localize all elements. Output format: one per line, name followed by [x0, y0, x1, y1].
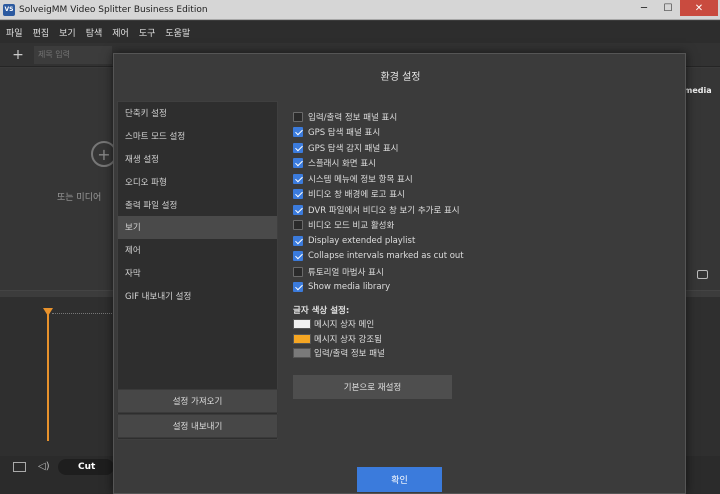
title-bar: VS SolveigMM Video Splitter Business Edi… [0, 0, 720, 20]
option-tutorial-wizard[interactable]: 튜토리얼 마법사 표시 [293, 264, 673, 280]
color-label: 메시지 상자 메인 [314, 320, 375, 331]
volume-icon[interactable]: ◁) [38, 461, 50, 472]
export-settings-button[interactable]: 설정 내보내기 [117, 414, 278, 438]
menu-help[interactable]: 도움말 [165, 26, 190, 39]
option-video-compare[interactable]: 비디오 모드 비교 활성화 [293, 218, 673, 234]
option-extended-playlist[interactable]: Display extended playlist [293, 233, 673, 249]
option-media-library[interactable]: Show media library [293, 280, 673, 296]
option-label: Show media library [308, 282, 391, 293]
color-row-io-panel[interactable]: 입력/출력 정보 패널 [293, 346, 385, 361]
checkbox[interactable] [293, 111, 303, 122]
option-collapse-intervals[interactable]: Collapse intervals marked as cut out [293, 249, 673, 265]
option-label: GPS 탐색 감지 패널 표시 [308, 143, 399, 154]
snapshot-icon[interactable] [697, 270, 708, 279]
checkbox[interactable] [293, 173, 303, 184]
menu-navigate[interactable]: 탐색 [86, 26, 103, 39]
option-label: Display extended playlist [308, 235, 416, 246]
option-gps-detect-panel[interactable]: GPS 탐색 감지 패널 표시 [293, 140, 673, 156]
color-swatch[interactable] [293, 348, 311, 359]
add-tab-button[interactable]: + [7, 44, 29, 66]
menu-file[interactable]: 파일 [6, 26, 23, 39]
color-label: 메시지 상자 강조됨 [314, 334, 382, 345]
option-label: 입력/출력 정보 패널 표시 [308, 112, 398, 123]
dialog-title: 환경 설정 [380, 72, 421, 83]
preferences-dialog: 환경 설정 단축키 설정 스마트 모드 설정 재생 설정 오디오 파형 출력 파… [113, 53, 686, 494]
checkbox[interactable] [293, 235, 303, 246]
option-video-logo[interactable]: 비디오 창 배경에 로고 표시 [293, 187, 673, 203]
nav-item-subtitles[interactable]: 자막 [118, 262, 277, 285]
window-controls: ─ ☐ ✕ [632, 0, 718, 16]
maximize-button[interactable]: ☐ [656, 0, 680, 16]
option-dvr-extra-view[interactable]: DVR 파일에서 비디오 창 보기 추가로 표시 [293, 202, 673, 218]
option-label: Collapse intervals marked as cut out [308, 251, 464, 262]
playhead-line[interactable] [47, 311, 49, 441]
option-label: 시스템 메뉴에 정보 항목 표시 [308, 174, 413, 185]
close-button[interactable]: ✕ [680, 0, 718, 16]
title-input[interactable] [34, 45, 112, 64]
nav-item-view[interactable]: 보기 [118, 215, 277, 239]
nav-item-output-file[interactable]: 출력 파일 설정 [118, 193, 277, 216]
checkbox[interactable] [293, 220, 303, 231]
nav-item-shortcuts[interactable]: 단축키 설정 [118, 102, 277, 125]
film-icon[interactable] [13, 462, 26, 472]
menu-tools[interactable]: 도구 [139, 26, 156, 39]
ok-button[interactable]: 확인 [357, 467, 442, 492]
checkbox[interactable] [293, 142, 303, 153]
nav-item-audio-waveform[interactable]: 오디오 파형 [118, 170, 277, 193]
checkbox[interactable] [293, 158, 303, 169]
nav-item-gif-export[interactable]: GIF 내보내기 설정 [118, 284, 277, 307]
cut-mode-select[interactable]: Cut [58, 459, 114, 475]
color-row-message-highlight[interactable]: 메시지 상자 강조됨 [293, 332, 385, 347]
option-splash-screen[interactable]: 스플래시 화면 표시 [293, 156, 673, 172]
option-system-menu-info[interactable]: 시스템 메뉴에 정보 항목 표시 [293, 171, 673, 187]
color-settings: 메시지 상자 메인 메시지 상자 강조됨 입력/출력 정보 패널 [293, 317, 385, 361]
import-settings-button[interactable]: 설정 가져오기 [117, 389, 278, 413]
drop-hint-text: 또는 미디어 [57, 193, 102, 203]
checkbox[interactable] [293, 127, 303, 138]
option-label: DVR 파일에서 비디오 창 보기 추가로 표시 [308, 205, 460, 216]
option-label: 비디오 모드 비교 활성화 [308, 221, 395, 232]
option-io-info-panel[interactable]: 입력/출력 정보 패널 표시 [293, 109, 673, 125]
option-label: 튜토리얼 마법사 표시 [308, 267, 384, 278]
option-label: GPS 탐색 패널 표시 [308, 128, 381, 139]
color-settings-heading: 글자 색상 설정: [293, 306, 350, 316]
checkbox[interactable] [293, 266, 303, 277]
menu-bar: 파일 편집 보기 탐색 제어 도구 도움말 [0, 21, 720, 43]
color-row-message-main[interactable]: 메시지 상자 메인 [293, 317, 385, 332]
nav-item-playback[interactable]: 재생 설정 [118, 148, 277, 171]
menu-control[interactable]: 제어 [112, 26, 129, 39]
window-title: SolveigMM Video Splitter Business Editio… [19, 4, 208, 15]
checkbox[interactable] [293, 189, 303, 200]
checkbox[interactable] [293, 251, 303, 262]
color-swatch[interactable] [293, 333, 311, 344]
timeline-ruler [52, 313, 114, 323]
checkbox[interactable] [293, 204, 303, 215]
media-library-label: media [684, 86, 712, 95]
app-logo-icon: VS [3, 3, 15, 16]
color-label: 입력/출력 정보 패널 [314, 349, 385, 360]
nav-item-control[interactable]: 제어 [118, 239, 277, 262]
view-options: 입력/출력 정보 패널 표시 GPS 탐색 패널 표시 GPS 탐색 감지 패널… [293, 109, 673, 295]
color-swatch[interactable] [293, 319, 311, 330]
option-label: 스플래시 화면 표시 [308, 159, 376, 170]
minimize-button[interactable]: ─ [632, 0, 656, 16]
checkbox[interactable] [293, 282, 303, 293]
reset-defaults-button[interactable]: 기본으로 재설정 [293, 375, 452, 399]
option-gps-nav-panel[interactable]: GPS 탐색 패널 표시 [293, 125, 673, 141]
menu-view[interactable]: 보기 [59, 26, 76, 39]
nav-item-smart-mode[interactable]: 스마트 모드 설정 [118, 125, 277, 148]
menu-edit[interactable]: 편집 [33, 26, 50, 39]
option-label: 비디오 창 배경에 로고 표시 [308, 190, 405, 201]
